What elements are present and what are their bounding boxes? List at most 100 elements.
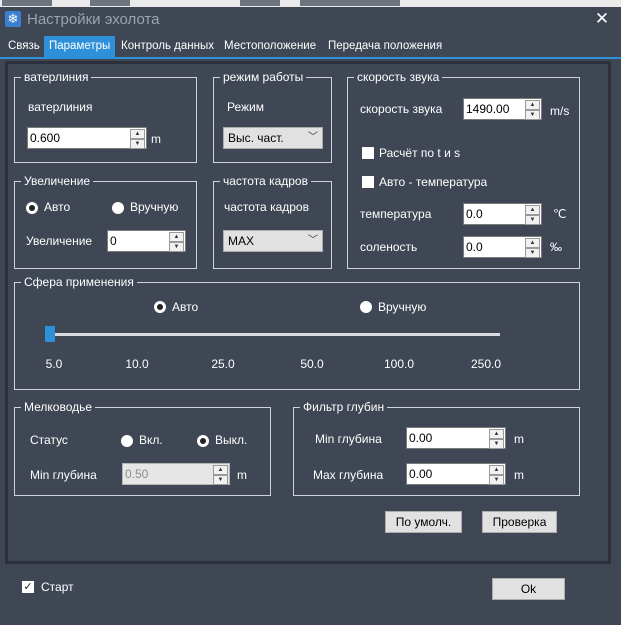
salinity-input[interactable]: 0.0 ▲ ▼ (463, 236, 542, 258)
waterline-group-title: ватерлиния (21, 70, 92, 85)
background-window-strip (0, 0, 621, 7)
sound-speed-stepper[interactable]: ▲ ▼ (525, 100, 540, 120)
chevron-down-icon[interactable]: ▼ (213, 475, 228, 485)
work-mode-value: Выс. част. (228, 131, 284, 145)
min-depth-input[interactable]: 0.00 ▲ ▼ (406, 427, 506, 449)
min-depth-unit: m (514, 432, 524, 446)
parameters-panel: ватерлиния ватерлиния 0.600 ▲ ▼ m режим … (5, 61, 611, 564)
min-depth-label: Min глубина (315, 432, 382, 446)
frame-rate-select[interactable]: MAX ﹀ (223, 230, 323, 252)
start-checkbox[interactable]: ✓ (22, 581, 34, 593)
max-depth-stepper[interactable]: ▲ ▼ (489, 465, 504, 485)
chevron-up-icon[interactable]: ▲ (130, 129, 145, 139)
range-slider-thumb[interactable] (45, 326, 55, 342)
chevron-down-icon[interactable]: ▼ (525, 110, 540, 120)
salinity-label: соленость (360, 240, 418, 254)
range-manual-radio[interactable] (360, 301, 372, 313)
shallow-min-depth-stepper[interactable]: ▲ ▼ (213, 465, 228, 485)
salinity-value: 0.0 (466, 240, 483, 254)
shallow-water-group-title: Мелководье (21, 400, 96, 415)
chevron-up-icon[interactable]: ▲ (525, 100, 540, 110)
chevron-down-icon[interactable]: ▼ (489, 439, 504, 449)
range-auto-label: Авто (172, 300, 199, 314)
gain-input[interactable]: 0 ▲ ▼ (107, 230, 186, 252)
min-depth-stepper[interactable]: ▲ ▼ (489, 429, 504, 449)
defaults-button[interactable]: По умолч. (385, 511, 462, 533)
waterline-unit: m (151, 132, 161, 146)
temperature-input[interactable]: 0.0 ▲ ▼ (463, 203, 542, 225)
chevron-up-icon[interactable]: ▲ (525, 205, 540, 215)
gain-manual-radio[interactable] (112, 202, 124, 214)
frame-rate-group: частота кадров частота кадров MAX ﹀ (213, 174, 332, 269)
snowflake-icon: ❄ (5, 11, 21, 27)
close-icon[interactable]: ✕ (592, 9, 612, 29)
shallow-min-depth-input[interactable]: 0.50 ▲ ▼ (122, 463, 230, 485)
work-mode-label: Режим (227, 100, 264, 114)
waterline-value: 0.600 (30, 131, 61, 145)
salinity-stepper[interactable]: ▲ ▼ (525, 238, 540, 258)
waterline-input[interactable]: 0.600 ▲ ▼ (27, 127, 147, 149)
tab-bar: Связь Параметры Контроль данных Местопол… (0, 36, 621, 57)
chevron-up-icon[interactable]: ▲ (489, 465, 504, 475)
tab-parameters[interactable]: Параметры (44, 36, 116, 57)
max-depth-label: Max глубина (313, 468, 384, 482)
shallow-min-depth-label: Min глубина (30, 468, 97, 482)
gain-auto-radio[interactable] (26, 202, 38, 214)
chevron-down-icon: ﹀ (308, 132, 318, 143)
check-button[interactable]: Проверка (482, 511, 557, 533)
chevron-down-icon: ﹀ (308, 235, 318, 246)
ok-button[interactable]: Ok (492, 578, 565, 600)
window-title: Настройки эхолота (27, 11, 160, 28)
chevron-down-icon[interactable]: ▼ (169, 242, 184, 252)
waterline-label: ватерлиния (28, 100, 93, 114)
title-bar: ❄ Настройки эхолота ✕ (0, 7, 621, 36)
chevron-down-icon[interactable]: ▼ (525, 215, 540, 225)
gain-auto-label: Авто (44, 200, 71, 214)
chevron-up-icon[interactable]: ▲ (525, 238, 540, 248)
sound-speed-value: 1490.00 (466, 102, 510, 116)
frame-rate-group-title: частота кадров (220, 174, 311, 189)
work-mode-select[interactable]: Выс. част. ﹀ (223, 127, 323, 149)
temperature-label: температура (360, 207, 432, 221)
sound-speed-group: скорость звука скорость звука 1490.00 ▲ … (347, 70, 580, 269)
range-manual-label: Вручную (378, 300, 427, 314)
shallow-off-radio[interactable] (197, 435, 209, 447)
auto-temperature-checkbox[interactable] (362, 176, 374, 188)
sound-speed-unit: m/s (550, 104, 570, 118)
shallow-off-label: Выкл. (215, 433, 248, 447)
tab-location[interactable]: Местоположение (219, 36, 321, 57)
temperature-unit: ℃ (553, 207, 567, 221)
gain-value-label: Увеличение (26, 234, 93, 248)
start-label: Старт (41, 580, 74, 594)
chevron-down-icon[interactable]: ▼ (130, 139, 145, 149)
gain-stepper[interactable]: ▲ ▼ (169, 232, 184, 252)
gain-value: 0 (110, 234, 117, 248)
chevron-up-icon[interactable]: ▲ (169, 232, 184, 242)
sound-speed-label: скорость звука (360, 102, 443, 116)
range-group: Сфера применения Авто Вручную 5.0 10.0 2… (14, 275, 580, 390)
tab-underline (0, 57, 621, 59)
max-depth-input[interactable]: 0.00 ▲ ▼ (406, 463, 506, 485)
shallow-water-group: Мелководье Статус Вкл. Выкл. Min глубина… (14, 400, 271, 496)
shallow-status-label: Статус (30, 433, 68, 447)
tab-data-control[interactable]: Контроль данных (116, 36, 219, 57)
calc-by-ts-checkbox[interactable] (362, 147, 374, 159)
max-depth-value: 0.00 (409, 467, 433, 481)
temperature-stepper[interactable]: ▲ ▼ (525, 205, 540, 225)
shallow-min-depth-value: 0.50 (125, 467, 149, 481)
chevron-up-icon[interactable]: ▲ (213, 465, 228, 475)
settings-window: ❄ Настройки эхолота ✕ Связь Параметры Ко… (0, 0, 621, 625)
range-auto-radio[interactable] (154, 301, 166, 313)
chevron-down-icon[interactable]: ▼ (489, 475, 504, 485)
chevron-up-icon[interactable]: ▲ (489, 429, 504, 439)
chevron-down-icon[interactable]: ▼ (525, 248, 540, 258)
shallow-on-radio[interactable] (121, 435, 133, 447)
depth-filter-group: Фильтр глубин Min глубина 0.00 ▲ ▼ m Max… (293, 400, 580, 496)
frame-rate-value: MAX (228, 234, 255, 248)
sound-speed-input[interactable]: 1490.00 ▲ ▼ (463, 98, 542, 120)
tab-position-transfer[interactable]: Передача положения (323, 36, 447, 57)
tab-connection[interactable]: Связь (3, 36, 45, 57)
gain-group: Увеличение Авто Вручную Увеличение 0 ▲ ▼ (14, 174, 197, 269)
waterline-stepper[interactable]: ▲ ▼ (130, 129, 145, 149)
range-slider-track[interactable] (47, 333, 500, 336)
